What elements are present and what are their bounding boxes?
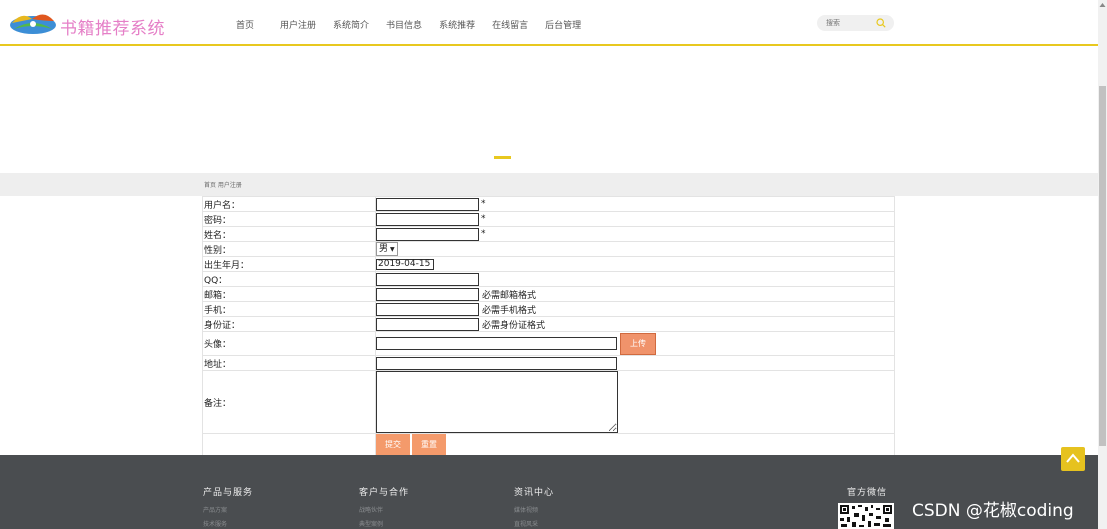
logo-icon[interactable] (8, 9, 58, 37)
note-label: 备注： (202, 370, 376, 434)
form-row-actions: 提交 重置 (202, 433, 895, 457)
address-input[interactable] (376, 356, 617, 370)
back-to-top-button[interactable] (1061, 447, 1085, 471)
gender-select[interactable]: 男 ▼ (376, 242, 398, 256)
form-row-gender: 性别： 男 ▼ (202, 241, 895, 257)
site-title[interactable]: 书籍推荐系统 (60, 14, 165, 39)
idcard-hint: 必需身份证格式 (482, 320, 546, 331)
register-form: 用户名： * 密码： * 姓名： * 性别： 男 ▼ 出生年月： 2019-04-… (202, 196, 895, 457)
form-row-phone: 手机： 必需手机格式 (202, 301, 895, 317)
gender-label: 性别： (202, 241, 376, 257)
form-row-note: 备注： (202, 370, 895, 434)
qq-label: QQ： (202, 271, 376, 287)
name-label: 姓名： (202, 226, 376, 242)
breadcrumb: 首页 用户注册 (204, 182, 242, 189)
password-input[interactable] (376, 212, 479, 226)
birth-label: 出生年月： (202, 256, 376, 272)
footer-link[interactable]: 媒体视频 (514, 505, 538, 514)
chevron-up-icon (1066, 453, 1080, 463)
note-textarea[interactable] (376, 371, 618, 433)
idcard-input[interactable] (376, 317, 479, 331)
form-row-name: 姓名： * (202, 226, 895, 242)
phone-hint: 必需手机格式 (482, 305, 537, 316)
site-header: 书籍推荐系统 首页 用户注册 系统简介 书目信息 系统推荐 在线留言 后台管理 (0, 0, 1098, 46)
qq-input[interactable] (376, 272, 479, 286)
search-icon[interactable] (876, 18, 886, 28)
footer-col-partners-title: 客户与合作 (359, 488, 410, 498)
nav-messages[interactable]: 在线留言 (492, 18, 528, 31)
footer-col-products-title: 产品与服务 (203, 488, 254, 498)
watermark: CSDN @花椒coding (912, 501, 1074, 521)
submit-button[interactable]: 提交 (376, 434, 410, 456)
form-row-email: 邮箱： 必需邮箱格式 (202, 286, 895, 302)
footer-link[interactable]: 战略伙伴 (359, 505, 383, 514)
idcard-label: 身份证： (202, 316, 376, 332)
form-row-address: 地址： (202, 355, 895, 371)
breadcrumb-bar: 首页 用户注册 (0, 173, 1098, 196)
phone-label: 手机： (202, 301, 376, 317)
footer-link[interactable]: 典型案例 (359, 519, 383, 528)
footer-link[interactable]: 产品方案 (203, 505, 227, 514)
form-row-password: 密码： * (202, 211, 895, 227)
username-label: 用户名： (202, 196, 376, 212)
footer-col-news-title: 资讯中心 (514, 488, 555, 498)
banner-accent-line (494, 156, 511, 159)
search-input[interactable] (817, 15, 873, 31)
required-mark: * (481, 229, 486, 239)
email-hint: 必需邮箱格式 (482, 290, 537, 301)
nav-about[interactable]: 系统简介 (333, 18, 369, 31)
footer-col-wechat-title: 官方微信 (847, 488, 888, 498)
footer-link[interactable]: 技术服务 (203, 519, 227, 528)
reset-button[interactable]: 重置 (412, 434, 446, 456)
form-row-birth: 出生年月： 2019-04-15 (202, 256, 895, 272)
nav-register[interactable]: 用户注册 (280, 18, 316, 31)
search-box (817, 15, 894, 31)
avatar-label: 头像： (202, 331, 376, 356)
password-label: 密码： (202, 211, 376, 227)
page: 书籍推荐系统 首页 用户注册 系统简介 书目信息 系统推荐 在线留言 后台管理 … (0, 0, 1107, 529)
form-row-avatar: 头像： 上传 (202, 331, 895, 356)
email-label: 邮箱： (202, 286, 376, 302)
form-row-username: 用户名： * (202, 196, 895, 212)
gender-value: 男 (379, 244, 389, 254)
username-input[interactable] (376, 197, 479, 211)
wechat-qr-code-icon (838, 503, 894, 529)
nav-home[interactable]: 首页 (236, 18, 254, 31)
nav-admin[interactable]: 后台管理 (545, 18, 581, 31)
main-nav: 首页 用户注册 系统简介 书目信息 系统推荐 在线留言 后台管理 (236, 18, 598, 31)
phone-input[interactable] (376, 302, 479, 316)
name-input[interactable] (376, 227, 479, 241)
nav-books[interactable]: 书目信息 (386, 18, 422, 31)
scrollbar-thumb[interactable] (1099, 86, 1106, 446)
footer-link[interactable]: 直视风采 (514, 519, 538, 528)
upload-button[interactable]: 上传 (620, 332, 656, 355)
avatar-path-input[interactable] (376, 337, 617, 350)
form-row-idcard: 身份证： 必需身份证格式 (202, 316, 895, 332)
required-mark: * (481, 214, 486, 224)
form-row-qq: QQ： (202, 271, 895, 287)
required-mark: * (481, 199, 486, 209)
birth-date-input[interactable]: 2019-04-15 (376, 258, 434, 270)
nav-recommend[interactable]: 系统推荐 (439, 18, 475, 31)
email-input[interactable] (376, 287, 479, 301)
address-label: 地址： (202, 355, 376, 371)
scroll-up-arrow-icon[interactable] (1099, 2, 1106, 8)
dropdown-arrow-icon: ▼ (390, 246, 395, 253)
